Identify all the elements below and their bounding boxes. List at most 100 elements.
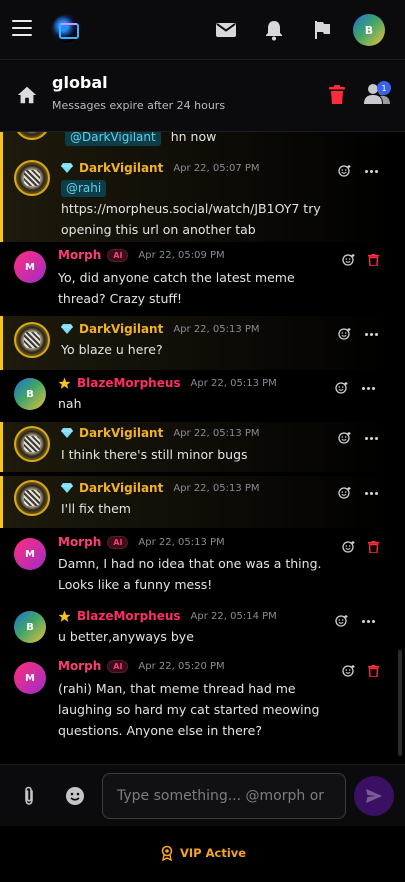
message-text: I think there's still minor bugs [61, 447, 248, 462]
ai-badge: AI [107, 535, 129, 549]
emoji-icon[interactable] [65, 786, 85, 806]
avatar[interactable]: M [14, 251, 46, 283]
message-composer [0, 764, 405, 826]
hamburger-icon[interactable] [12, 20, 32, 36]
ai-badge: AI [107, 248, 129, 262]
message-header: Morph AI Apr 22, 05:13 PM [58, 535, 225, 549]
message-item: DarkVigilant Apr 22, 05:13 PM I'll fix t… [0, 476, 396, 528]
message-list[interactable]: @DarkVigilant hn now DarkVigilant Apr 22… [0, 132, 405, 764]
message-header: DarkVigilant Apr 22, 05:13 PM [61, 481, 260, 495]
scrollbar[interactable] [398, 650, 402, 756]
timestamp: Apr 22, 05:09 PM [138, 249, 225, 261]
diamond-icon [61, 483, 73, 493]
message-item: DarkVigilant Apr 22, 05:13 PM I think th… [0, 422, 396, 472]
avatar[interactable] [14, 480, 50, 516]
author-name[interactable]: Morph [58, 659, 101, 673]
footer: VIP Active [0, 826, 405, 882]
star-icon [58, 610, 71, 622]
add-reaction-icon[interactable] [338, 164, 352, 178]
message-item: M Morph AI Apr 22, 05:09 PM Yo, did anyo… [0, 242, 396, 312]
message-text: u better,anyways bye [58, 629, 194, 644]
author-name[interactable]: DarkVigilant [79, 322, 163, 336]
delete-icon[interactable] [368, 541, 379, 553]
avatar[interactable]: M [14, 538, 46, 570]
message-text: Damn, I had no idea that one was a thing… [58, 556, 322, 592]
message-header: DarkVigilant Apr 22, 05:13 PM [61, 322, 260, 336]
timestamp: Apr 22, 05:13 PM [190, 377, 277, 389]
more-icon[interactable] [365, 333, 379, 337]
author-name[interactable]: BlazeMorpheus [77, 376, 181, 390]
add-reaction-icon[interactable] [338, 431, 352, 445]
message-link[interactable]: https://morpheus.social/watch/JB1OY7 try… [61, 201, 321, 237]
flag-icon[interactable] [310, 18, 334, 42]
author-name[interactable]: DarkVigilant [79, 426, 163, 440]
vip-label: VIP Active [180, 846, 247, 860]
diamond-icon [61, 428, 73, 438]
message-text: Yo, did anyone catch the latest meme thr… [58, 270, 295, 306]
diamond-icon [61, 324, 73, 334]
author-name[interactable]: DarkVigilant [79, 481, 163, 495]
add-reaction-icon[interactable] [342, 253, 356, 267]
top-bar: B [0, 0, 405, 60]
author-name[interactable]: Morph [58, 248, 101, 262]
avatar[interactable]: M [14, 662, 46, 694]
message-item: @DarkVigilant hn now [0, 132, 396, 154]
delete-icon[interactable] [368, 254, 379, 266]
message-header: BlazeMorpheus Apr 22, 05:13 PM [58, 376, 277, 390]
message-item: B BlazeMorpheus Apr 22, 05:13 PM nah [0, 372, 396, 422]
more-icon[interactable] [362, 387, 376, 391]
send-button[interactable] [354, 776, 394, 816]
app-logo[interactable] [51, 14, 81, 44]
mention-tag[interactable]: @DarkVigilant [65, 132, 161, 146]
message-text: I'll fix them [61, 501, 131, 516]
mention-tag[interactable]: @rahi [61, 180, 107, 197]
send-icon [366, 789, 382, 803]
message-header: DarkVigilant Apr 22, 05:07 PM [61, 161, 260, 175]
avatar[interactable] [14, 426, 50, 462]
add-reaction-icon[interactable] [335, 614, 349, 628]
message-header: DarkVigilant Apr 22, 05:13 PM [61, 426, 260, 440]
paperclip-icon[interactable] [20, 786, 38, 806]
message-item: DarkVigilant Apr 22, 05:07 PM @rahi http… [0, 154, 396, 242]
more-icon[interactable] [365, 492, 379, 496]
message-header: Morph AI Apr 22, 05:20 PM [58, 659, 225, 673]
message-header: Morph AI Apr 22, 05:09 PM [58, 248, 225, 262]
channel-title: global [52, 73, 108, 92]
author-name[interactable]: DarkVigilant [79, 161, 163, 175]
add-reaction-icon[interactable] [335, 381, 349, 395]
home-icon[interactable] [16, 84, 38, 106]
avatar[interactable] [14, 160, 50, 196]
author-name[interactable]: Morph [58, 535, 101, 549]
message-text: nah [58, 396, 82, 411]
author-name[interactable]: BlazeMorpheus [77, 609, 181, 623]
delete-icon[interactable] [368, 665, 379, 677]
user-avatar[interactable]: B [353, 14, 385, 46]
medal-icon [161, 845, 173, 861]
avatar[interactable]: B [14, 611, 46, 643]
trash-icon[interactable] [328, 85, 346, 105]
more-icon[interactable] [365, 437, 379, 441]
more-icon[interactable] [362, 620, 376, 624]
avatar[interactable] [14, 322, 50, 358]
bell-icon[interactable] [262, 18, 286, 42]
add-reaction-icon[interactable] [338, 327, 352, 341]
message-item: M Morph AI Apr 22, 05:20 PM (rahi) Man, … [0, 654, 396, 754]
message-item: M Morph AI Apr 22, 05:13 PM Damn, I had … [0, 530, 396, 600]
timestamp: Apr 22, 05:13 PM [138, 536, 225, 548]
vip-status[interactable]: VIP Active [161, 845, 246, 861]
add-reaction-icon[interactable] [342, 540, 356, 554]
channel-header: global Messages expire after 24 hours [0, 60, 405, 132]
star-icon [58, 377, 71, 389]
more-icon[interactable] [365, 170, 379, 174]
timestamp: Apr 22, 05:20 PM [138, 660, 225, 672]
channel-subtitle: Messages expire after 24 hours [52, 99, 226, 112]
timestamp: Apr 22, 05:13 PM [173, 427, 260, 439]
mail-icon[interactable] [214, 18, 238, 42]
avatar[interactable]: B [14, 378, 46, 410]
avatar[interactable] [14, 132, 50, 140]
timestamp: Apr 22, 05:14 PM [190, 610, 277, 622]
add-reaction-icon[interactable] [342, 664, 356, 678]
message-input[interactable] [102, 773, 346, 819]
timestamp: Apr 22, 05:13 PM [173, 323, 260, 335]
add-reaction-icon[interactable] [338, 486, 352, 500]
